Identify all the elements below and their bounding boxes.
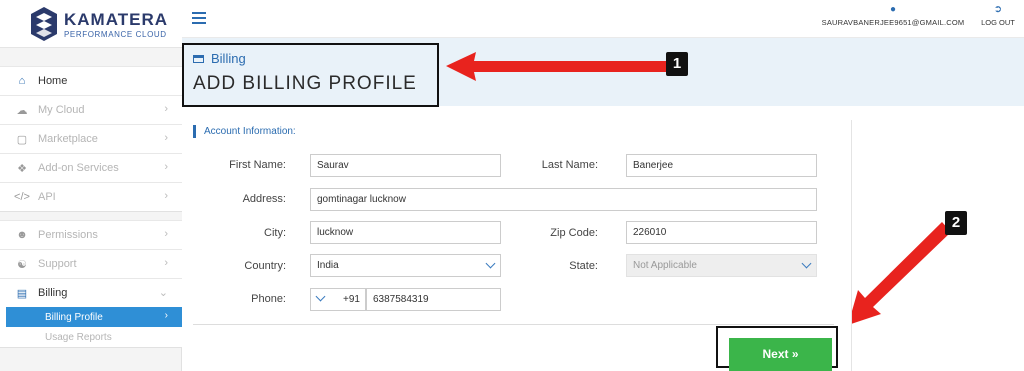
zip-code-field[interactable]: 226010 xyxy=(626,221,817,244)
sidebar-subitem-usage-reports[interactable]: Usage Reports xyxy=(0,327,182,347)
sidebar-item-billing[interactable]: ▤ Billing ⌄ xyxy=(0,278,182,307)
breadcrumb-label: Billing xyxy=(211,51,246,66)
sidebar-item-label: API xyxy=(38,191,56,203)
annotation-arrow-2 xyxy=(848,222,951,325)
headset-icon: ☯ xyxy=(17,258,27,271)
code-icon: </> xyxy=(14,191,30,203)
annotation-badge-2: 2 xyxy=(945,211,967,235)
last-name-label: Last Name: xyxy=(541,159,598,171)
sidebar-item-add-on-services[interactable]: ❖ Add-on Services › xyxy=(0,153,182,182)
annotation-badge-1: 1 xyxy=(666,52,688,76)
sidebar-item-label: Permissions xyxy=(38,229,98,241)
chevron-down-icon xyxy=(315,291,326,302)
brand-tagline: PERFORMANCE CLOUD xyxy=(64,30,167,39)
sidebar-item-my-cloud[interactable]: ☁ My Cloud › xyxy=(0,95,182,124)
puzzle-icon: ❖ xyxy=(17,162,27,175)
country-select[interactable]: India xyxy=(310,254,501,277)
sidebar-item-label: My Cloud xyxy=(38,104,85,116)
sidebar-item-marketplace[interactable]: ▢ Marketplace › xyxy=(0,124,182,153)
sidebar-subitem-billing-profile[interactable]: Billing Profile › xyxy=(6,307,182,327)
brand-name: KAMATERA xyxy=(64,10,169,29)
logout-icon: ➲ xyxy=(993,4,1003,15)
sidebar-item-api[interactable]: </> API › xyxy=(0,182,182,211)
chevron-right-icon: › xyxy=(164,190,168,202)
user-email: SAURAVBANERJEE9651@GMAIL.COM xyxy=(821,18,965,27)
sidebar-item-label: Support xyxy=(38,258,77,270)
phone-number-field[interactable]: 6387584319 xyxy=(366,288,501,311)
user-account-button[interactable]: ● SAURAVBANERJEE9651@GMAIL.COM xyxy=(818,4,968,27)
hamburger-menu-icon[interactable] xyxy=(192,12,206,27)
phone-country-code-select[interactable]: +91 xyxy=(310,288,366,311)
chevron-right-icon: › xyxy=(164,257,168,269)
state-label: State: xyxy=(569,260,598,272)
home-icon: ⌂ xyxy=(18,75,26,87)
chevron-right-icon: › xyxy=(164,310,168,321)
phone-label: Phone: xyxy=(251,293,286,305)
kamatera-logo-icon xyxy=(31,7,57,41)
card-icon: ▤ xyxy=(16,287,28,300)
chevron-right-icon: › xyxy=(164,103,168,115)
chevron-right-icon: › xyxy=(164,161,168,173)
chevron-right-icon: › xyxy=(164,132,168,144)
chevron-right-icon: › xyxy=(164,228,168,240)
zip-code-label: Zip Code: xyxy=(550,227,598,239)
last-name-field[interactable]: Banerjee xyxy=(626,154,817,177)
next-button[interactable]: Next » xyxy=(729,338,832,371)
sidebar-item-label: Add-on Services xyxy=(38,162,119,174)
section-title: Account Information: xyxy=(193,125,296,138)
sidebar-subitem-label: Usage Reports xyxy=(45,331,112,343)
country-label: Country: xyxy=(244,260,286,272)
sidebar-item-label: Home xyxy=(38,75,68,87)
top-bar: ● SAURAVBANERJEE9651@GMAIL.COM ➲ LOG OUT xyxy=(182,0,1024,38)
nav-group-main: ⌂ Home ☁ My Cloud › ▢ Marketplace › ❖ Ad… xyxy=(0,66,182,212)
sidebar-item-support[interactable]: ☯ Support › xyxy=(0,249,182,278)
user-icon: ● xyxy=(889,4,897,15)
sidebar-item-permissions[interactable]: ☻ Permissions › xyxy=(0,220,182,249)
nav-gap xyxy=(0,212,182,220)
users-icon: ☻ xyxy=(16,229,28,241)
first-name-field[interactable]: Saurav xyxy=(310,154,501,177)
address-label: Address: xyxy=(242,193,286,205)
chevron-down-icon: ⌄ xyxy=(158,287,168,299)
brand-logo[interactable]: KAMATERA PERFORMANCE CLOUD xyxy=(0,0,182,48)
panel-divider xyxy=(851,120,852,371)
address-field[interactable]: gomtinagar lucknow xyxy=(310,188,817,211)
page-title: ADD BILLING PROFILE xyxy=(193,73,417,94)
city-field[interactable]: lucknow xyxy=(310,221,501,244)
nav-spacer xyxy=(0,48,182,66)
card-icon xyxy=(193,54,204,63)
breadcrumb[interactable]: Billing xyxy=(193,51,246,66)
phone-code-value: +91 xyxy=(343,294,360,305)
city-label: City: xyxy=(264,227,286,239)
logout-label: LOG OUT xyxy=(981,18,1015,27)
sidebar-item-label: Marketplace xyxy=(38,133,98,145)
cart-icon: ▢ xyxy=(16,133,28,146)
sidebar: KAMATERA PERFORMANCE CLOUD ⌂ Home ☁ My C… xyxy=(0,0,182,371)
first-name-label: First Name: xyxy=(229,159,286,171)
state-select[interactable]: Not Applicable xyxy=(626,254,817,277)
sidebar-nav: ⌂ Home ☁ My Cloud › ▢ Marketplace › ❖ Ad… xyxy=(0,48,182,348)
cloud-icon: ☁ xyxy=(16,104,28,117)
country-value: India xyxy=(317,260,339,271)
logout-button[interactable]: ➲ LOG OUT xyxy=(978,4,1018,27)
chevron-down-icon xyxy=(801,258,812,269)
sidebar-item-home[interactable]: ⌂ Home xyxy=(0,66,182,95)
nav-group-account: ☻ Permissions › ☯ Support › ▤ Billing ⌄ … xyxy=(0,220,182,348)
form-footer-divider xyxy=(193,324,834,325)
sidebar-item-label: Billing xyxy=(38,287,68,299)
sidebar-subitem-label: Billing Profile xyxy=(45,311,103,323)
state-value: Not Applicable xyxy=(633,260,697,271)
